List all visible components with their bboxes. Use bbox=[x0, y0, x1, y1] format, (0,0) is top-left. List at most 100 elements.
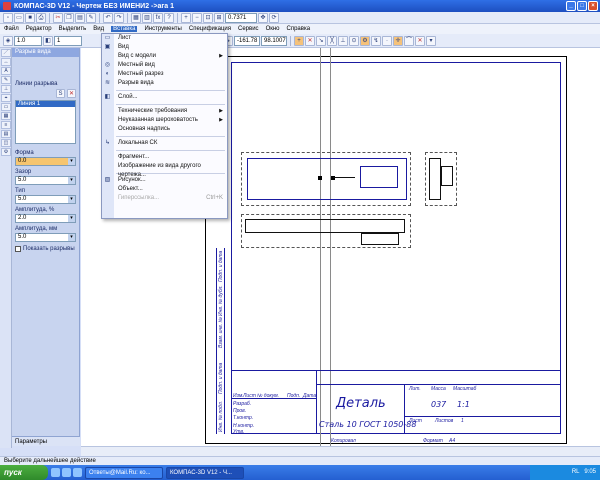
menu-tools[interactable]: Инструменты bbox=[144, 26, 181, 32]
coord-y-field[interactable]: 98.1007 bbox=[261, 35, 287, 46]
paste-icon[interactable]: ▤ bbox=[75, 12, 85, 23]
menu-item[interactable]: Вид с модели ▶ bbox=[102, 52, 227, 61]
taskbar-task-browser[interactable]: Ответы@Mail.Ru: ко... bbox=[85, 466, 163, 479]
dimensions-icon[interactable]: ↔ bbox=[1, 58, 11, 66]
zoom-out-icon[interactable]: − bbox=[192, 12, 202, 23]
type-field[interactable]: 5.0 ▾ bbox=[15, 195, 76, 204]
fx-icon[interactable]: fx bbox=[153, 12, 163, 23]
macro-icon[interactable]: ⚙ bbox=[1, 148, 11, 156]
snap-center-icon[interactable]: ⊙ bbox=[349, 35, 359, 46]
menu-item[interactable]: Неуказанная шероховатость ▶ bbox=[102, 116, 227, 125]
menu-file[interactable]: Файл bbox=[4, 26, 19, 32]
taskbar-task-kompas[interactable]: КОМПАС-3D V12 - Ч... bbox=[166, 466, 244, 479]
new-file-icon[interactable]: ▫ bbox=[3, 12, 13, 23]
snap-dropdown-icon[interactable]: ▾ bbox=[426, 35, 436, 46]
panel-tab-parameters[interactable]: Параметры bbox=[12, 436, 80, 446]
menu-item[interactable]: ◎ Местный вид bbox=[102, 61, 227, 70]
menu-service[interactable]: Сервис bbox=[238, 26, 259, 32]
properties-icon[interactable]: ✎ bbox=[86, 12, 96, 23]
menu-item[interactable]: ◧ Слой... bbox=[102, 93, 227, 102]
pan-icon[interactable]: ✥ bbox=[258, 12, 268, 23]
snap-off-all-icon[interactable]: ✕ bbox=[415, 35, 425, 46]
menu-item[interactable]: Изображение из вида другого чертежа... bbox=[102, 162, 227, 178]
menu-item[interactable]: Объект... bbox=[102, 185, 227, 194]
menu-item[interactable]: ▧ Рисунок... bbox=[102, 176, 227, 185]
menu-item[interactable]: ▣ Вид bbox=[102, 43, 227, 52]
zoom-all-icon[interactable]: ⊞ bbox=[214, 12, 224, 23]
horizontal-scrollbar[interactable] bbox=[81, 446, 600, 456]
desktop-icon[interactable] bbox=[62, 468, 71, 477]
menu-item[interactable]: Фрагмент... bbox=[102, 153, 227, 162]
list-item[interactable]: Линия 1 bbox=[16, 101, 75, 107]
amplitude-percent-field[interactable]: 2.0 ▾ bbox=[15, 214, 76, 223]
menu-specification[interactable]: Спецификация bbox=[189, 26, 231, 32]
zoom-window-icon[interactable]: ⊡ bbox=[203, 12, 213, 23]
insertions-icon[interactable]: ◫ bbox=[1, 139, 11, 147]
scale-value[interactable]: 1:1 bbox=[457, 400, 470, 409]
chevron-down-icon[interactable]: ▾ bbox=[68, 215, 75, 222]
detail-material[interactable]: Сталь 10 ГОСТ 1050-88 bbox=[319, 420, 416, 429]
redo-icon[interactable]: ↷ bbox=[114, 12, 124, 23]
save-icon[interactable]: ■ bbox=[25, 12, 35, 23]
specification-icon[interactable]: ≡ bbox=[1, 121, 11, 129]
checkbox-box[interactable] bbox=[15, 246, 21, 252]
menu-item[interactable]: ▭ Лист bbox=[102, 34, 227, 43]
associative-views-icon[interactable]: ▦ bbox=[1, 112, 11, 120]
menu-item[interactable]: ◐ Местный разрез bbox=[102, 70, 227, 79]
copy-icon[interactable]: ❐ bbox=[64, 12, 74, 23]
start-button[interactable]: пуск bbox=[0, 465, 48, 480]
geometry-icon[interactable]: ／ bbox=[1, 49, 11, 57]
selection-icon[interactable]: ▭ bbox=[1, 103, 11, 111]
snap-midpoint-icon[interactable]: ⊥ bbox=[338, 35, 348, 46]
detail-name[interactable]: Деталь bbox=[336, 396, 386, 411]
minimize-button[interactable]: _ bbox=[566, 1, 576, 11]
chevron-down-icon[interactable]: ▾ bbox=[68, 196, 75, 203]
refresh-icon[interactable]: ⟳ bbox=[269, 12, 279, 23]
chevron-down-icon[interactable]: ▾ bbox=[68, 158, 75, 165]
snap-point-icon[interactable]: · bbox=[382, 35, 392, 46]
menu-edit[interactable]: Редактор bbox=[26, 26, 52, 32]
help-icon[interactable]: ? bbox=[164, 12, 174, 23]
measure-icon[interactable]: ⌖ bbox=[1, 94, 11, 102]
menu-window[interactable]: Окно bbox=[266, 26, 280, 32]
designations-icon[interactable]: A bbox=[1, 67, 11, 75]
chevron-down-icon[interactable]: ▾ bbox=[68, 177, 75, 184]
amplitude-mm-field[interactable]: 5.0 ▾ bbox=[15, 233, 76, 242]
form-field[interactable]: 0.0 ▾ bbox=[15, 157, 76, 166]
snap-tangent-icon[interactable]: ⌒ bbox=[404, 35, 414, 46]
manager-icon[interactable]: ▦ bbox=[131, 12, 141, 23]
library-icon[interactable]: ▥ bbox=[142, 12, 152, 23]
maximize-button[interactable]: □ bbox=[577, 1, 587, 11]
media-icon[interactable] bbox=[73, 468, 82, 477]
snap-off-icon[interactable]: ✕ bbox=[305, 35, 315, 46]
menu-item[interactable]: Основная надпись bbox=[102, 125, 227, 134]
ortho-mode-icon[interactable]: + bbox=[294, 35, 304, 46]
break-node[interactable] bbox=[318, 176, 322, 180]
menu-view[interactable]: Вид bbox=[93, 26, 104, 32]
coord-x-field[interactable]: -161.78 bbox=[234, 35, 260, 46]
menu-item[interactable]: ≋ Разрыв вида bbox=[102, 79, 227, 88]
menu-help[interactable]: Справка bbox=[287, 26, 311, 32]
mass-value[interactable]: 037 bbox=[431, 400, 446, 409]
break-line-add-icon[interactable]: S bbox=[56, 89, 65, 98]
scale-field[interactable]: 1.0 bbox=[14, 35, 42, 46]
browser-icon[interactable] bbox=[51, 468, 60, 477]
show-breaks-checkbox[interactable]: Показать разрывы bbox=[15, 246, 76, 252]
parametrization-icon[interactable]: ⊥ bbox=[1, 85, 11, 93]
gap-field[interactable]: 5.0 ▾ bbox=[15, 176, 76, 185]
snap-settings-icon[interactable]: ⚙ bbox=[360, 35, 370, 46]
round-icon[interactable]: ↯ bbox=[371, 35, 381, 46]
break-line-delete-icon[interactable]: ✕ bbox=[67, 89, 76, 98]
zoom-field[interactable]: 0.7371 bbox=[225, 12, 257, 23]
zoom-in-icon[interactable]: + bbox=[181, 12, 191, 23]
print-icon[interactable]: ⎙ bbox=[36, 12, 46, 23]
reports-icon[interactable]: ▤ bbox=[1, 130, 11, 138]
close-button[interactable]: × bbox=[588, 1, 598, 11]
snap-nearest-icon[interactable]: ↘ bbox=[316, 35, 326, 46]
chevron-down-icon[interactable]: ▾ bbox=[68, 234, 75, 241]
break-lines-list[interactable]: Линия 1 bbox=[15, 100, 76, 144]
snap-intersect-icon[interactable]: ╳ bbox=[327, 35, 337, 46]
language-indicator[interactable]: RL bbox=[572, 469, 579, 475]
menu-select[interactable]: Выделить bbox=[59, 26, 87, 32]
menu-item[interactable]: Технические требования ▶ bbox=[102, 107, 227, 116]
